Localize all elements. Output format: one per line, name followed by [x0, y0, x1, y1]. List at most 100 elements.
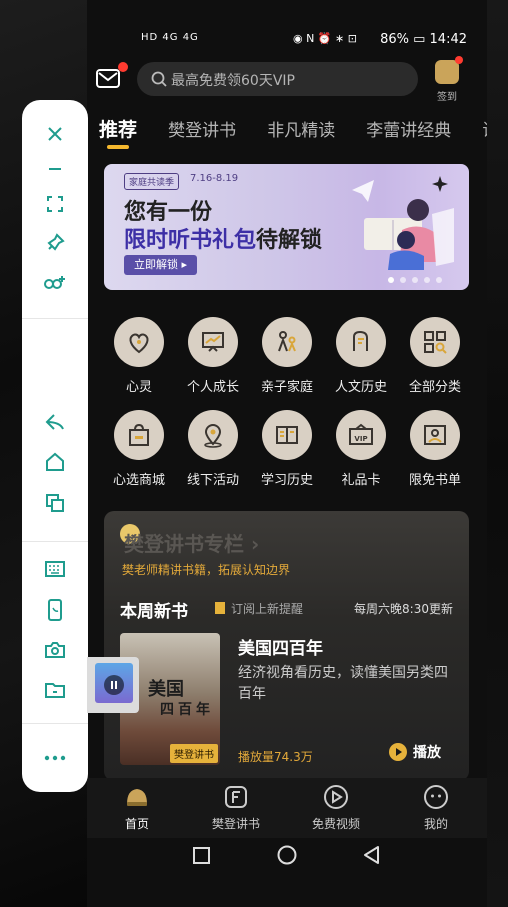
category-label: 礼品卡	[341, 473, 381, 488]
play-count: 播放量74.3万	[238, 750, 313, 764]
tab-recommend[interactable]: 推荐	[99, 115, 137, 149]
search-icon	[151, 71, 167, 87]
fullscreen-icon[interactable]	[43, 192, 67, 216]
category-mall[interactable]: 心选商城	[101, 410, 177, 488]
subscribe-reminder[interactable]: 订阅上新提醒	[215, 600, 303, 617]
bottom-tabbar: 首页 樊登讲书 免费视频 我的	[87, 778, 487, 838]
svg-text:VIP: VIP	[354, 435, 367, 443]
add-link-icon[interactable]	[43, 271, 67, 295]
category-label: 人文历史	[334, 380, 387, 395]
growth-chart-icon	[188, 317, 238, 367]
category-label: 限免书单	[408, 473, 461, 488]
folder-icon[interactable]	[43, 678, 67, 702]
tabbar-label: 樊登讲书	[211, 817, 260, 831]
back-button[interactable]	[364, 846, 379, 864]
minimize-icon[interactable]	[43, 157, 67, 181]
search-placeholder: 最高免费领60天VIP	[171, 73, 295, 89]
category-label: 心灵	[125, 380, 152, 395]
tabbar-home[interactable]: 首页	[97, 784, 177, 832]
column-card: 樊登讲书专栏 › 樊老师精讲书籍，拓展认知边界 本周新书 订阅上新提醒 每周六晚…	[104, 511, 469, 781]
toolbar-divider	[22, 541, 88, 542]
category-study-history[interactable]: 学习历史	[249, 410, 325, 488]
bookmark-icon	[215, 602, 225, 614]
reply-back-icon[interactable]	[43, 410, 67, 434]
cover-subtitle: 四百年	[160, 702, 214, 718]
pin-icon[interactable]	[43, 231, 67, 255]
camera-icon[interactable]	[43, 638, 67, 662]
tab-fandeng[interactable]: 樊登讲书	[168, 116, 236, 141]
tab-course[interactable]: 课	[482, 116, 487, 141]
history-icon	[336, 317, 386, 367]
checkin-button[interactable]: 签到	[432, 56, 463, 103]
promo-banner[interactable]: 家庭共读季 7.16-8.19 您有一份 限时听书礼包待解锁 立即解锁 ▸	[104, 164, 469, 290]
unread-dot	[118, 62, 128, 72]
banner-highlight: 限时听书礼包	[124, 228, 257, 253]
background-right	[487, 0, 508, 907]
category-label: 亲子家庭	[260, 380, 313, 395]
heart-lock-icon	[114, 317, 164, 367]
home-button[interactable]	[277, 845, 297, 865]
location-icon	[188, 410, 238, 460]
category-giftcard[interactable]: VIP 礼品卡	[323, 410, 399, 488]
category-history[interactable]: 人文历史	[323, 317, 399, 395]
profile-icon	[423, 784, 449, 810]
pause-icon[interactable]	[104, 675, 124, 695]
home-icon[interactable]	[43, 450, 67, 474]
network-indicators: HD 4G 4G	[141, 32, 199, 43]
category-growth[interactable]: 个人成长	[175, 317, 251, 395]
tab-feifan[interactable]: 非凡精读	[267, 116, 335, 141]
system-navigation	[87, 838, 487, 878]
mini-player[interactable]	[87, 657, 139, 713]
category-xinling[interactable]: 心灵	[101, 317, 177, 395]
tabbar-fandeng[interactable]: 樊登讲书	[196, 784, 276, 832]
category-family[interactable]: 亲子家庭	[249, 317, 325, 395]
toolbar-divider	[22, 318, 88, 319]
tabbar-label: 免费视频	[311, 817, 360, 831]
recents-button[interactable]	[193, 847, 210, 864]
study-history-icon	[262, 410, 312, 460]
all-categories-icon	[410, 317, 460, 367]
system-indicators: ◉ N ⏰ ∗ ⊡	[293, 32, 357, 45]
play-button[interactable]: 播放	[389, 742, 441, 762]
cover-badge: 樊登讲书	[170, 744, 218, 763]
play-icon	[389, 743, 407, 761]
status-right: 86% ▭ 14:42	[380, 32, 467, 47]
mail-icon[interactable]	[96, 62, 128, 90]
category-label: 心选商城	[112, 473, 165, 488]
banner-line2: 限时听书礼包待解锁	[124, 222, 322, 254]
column-title[interactable]: 樊登讲书专栏 ›	[124, 528, 259, 557]
banner-date: 7.16-8.19	[190, 173, 239, 184]
category-label: 个人成长	[186, 380, 239, 395]
clock: 14:42	[429, 32, 467, 47]
tab-lilei[interactable]: 李蕾讲经典	[366, 116, 451, 141]
tabbar-mine[interactable]: 我的	[396, 784, 476, 832]
category-label: 学习历史	[260, 473, 313, 488]
play-label: 播放	[413, 745, 441, 761]
battery-icon: ▭	[413, 32, 430, 47]
free-booklist-icon	[410, 410, 460, 460]
fandeng-icon	[223, 784, 249, 810]
search-input[interactable]: 最高免费领60天VIP	[137, 62, 418, 96]
family-icon	[262, 317, 312, 367]
home-icon	[124, 784, 150, 810]
multiwindow-icon[interactable]	[43, 491, 67, 515]
tabbar-label: 我的	[423, 817, 448, 831]
status-bar: HD 4G 4G ◉ N ⏰ ∗ ⊡ 86% ▭ 14:42	[87, 28, 487, 54]
category-free-list[interactable]: 限免书单	[397, 410, 473, 488]
category-offline[interactable]: 线下活动	[175, 410, 251, 488]
more-icon[interactable]	[43, 746, 67, 770]
banner-tag: 家庭共读季	[124, 173, 180, 190]
phone-icon[interactable]	[43, 598, 67, 622]
tabbar-video[interactable]: 免费视频	[296, 784, 376, 832]
keyboard-icon[interactable]	[43, 557, 67, 581]
close-icon[interactable]	[43, 122, 67, 146]
category-tabs: 推荐 樊登讲书 非凡精读 李蕾讲经典 课	[99, 115, 487, 151]
toolbar-divider	[22, 723, 88, 724]
floating-toolbar	[22, 100, 88, 792]
book-title[interactable]: 美国四百年	[238, 634, 323, 659]
category-all[interactable]: 全部分类	[397, 317, 473, 395]
unlock-button[interactable]: 立即解锁 ▸	[124, 255, 198, 275]
checkin-icon	[435, 56, 463, 84]
book-description: 经济视角看历史，读懂美国另类四百年	[238, 665, 448, 702]
category-label: 线下活动	[186, 473, 239, 488]
